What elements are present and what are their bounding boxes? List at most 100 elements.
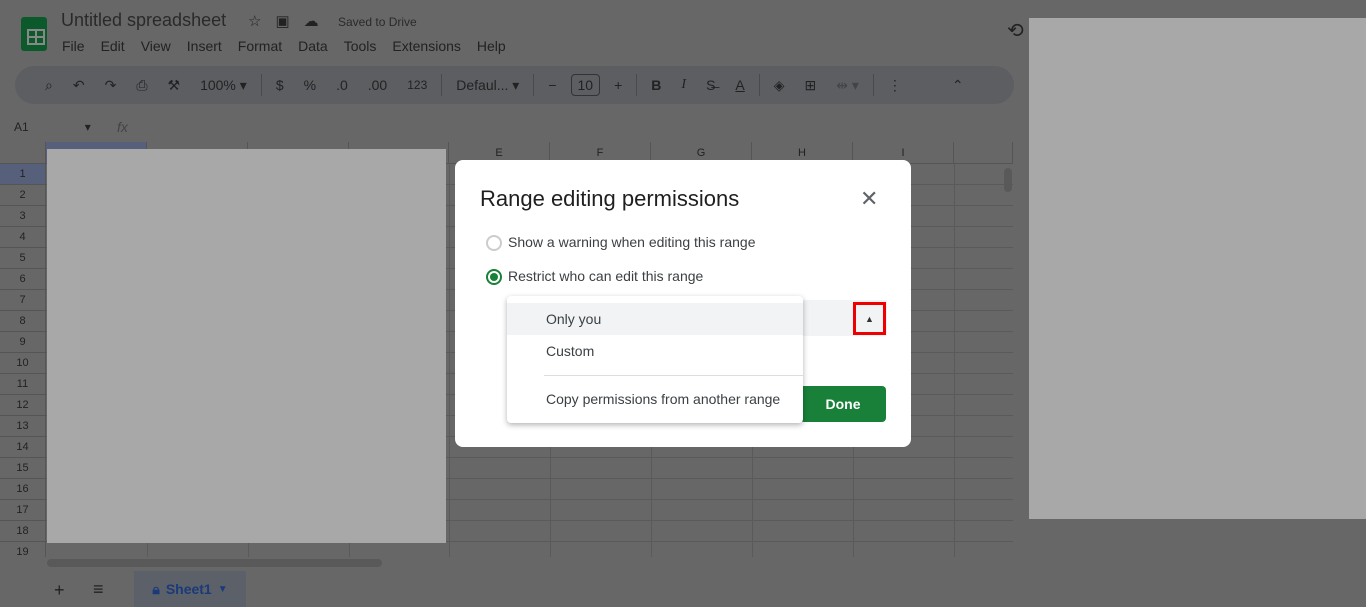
print-icon[interactable]: ⎙ [126, 77, 157, 94]
row-header[interactable]: 3 [0, 206, 46, 227]
name-box[interactable]: A1 ▾ [14, 120, 91, 134]
dropdown-arrow-button[interactable]: ▲ [853, 302, 886, 335]
add-sheet-icon[interactable]: + [54, 580, 65, 601]
dropdown-item-only-you[interactable]: Only you [507, 303, 803, 335]
sheets-logo[interactable] [21, 17, 47, 51]
star-icon[interactable]: ☆ [248, 12, 261, 30]
row-header[interactable]: 2 [0, 185, 46, 206]
paint-format-icon[interactable]: ⚒ [158, 77, 191, 94]
caret-up-icon: ▲ [865, 313, 874, 324]
row-header[interactable]: 4 [0, 227, 46, 248]
menu-edit[interactable]: Edit [101, 38, 125, 54]
search-icon[interactable]: ⌕ [35, 77, 63, 94]
font-value: Defaul... [456, 76, 509, 93]
row-header[interactable]: 16 [0, 479, 46, 500]
row-header[interactable]: 1 [0, 164, 46, 185]
overlay-panel [47, 149, 446, 543]
row-header[interactable]: 19 [0, 542, 46, 557]
horizontal-scrollbar[interactable] [47, 559, 382, 567]
font-size-decrease-icon[interactable]: − [538, 77, 566, 93]
undo-icon[interactable]: ↶ [63, 77, 95, 94]
zoom-value: 100% [200, 76, 236, 93]
percent-button[interactable]: % [294, 77, 326, 93]
divider [544, 375, 803, 376]
currency-button[interactable]: $ [266, 77, 294, 93]
menu-tools[interactable]: Tools [344, 38, 377, 54]
option-restrict[interactable]: Restrict who can edit this range [486, 268, 704, 286]
permission-dropdown-menu: Only you Custom Copy permissions from an… [507, 296, 803, 423]
decrease-decimal-button[interactable]: .0 [326, 77, 358, 93]
saved-status: Saved to Drive [338, 15, 417, 29]
row-header[interactable]: 5 [0, 248, 46, 269]
divider [636, 74, 638, 96]
divider [441, 74, 443, 96]
row-header[interactable]: 15 [0, 458, 46, 479]
font-size-increase-icon[interactable]: + [604, 77, 632, 93]
option-label: Show a warning when editing this range [508, 234, 756, 250]
bold-button[interactable]: B [641, 77, 671, 93]
menu-insert[interactable]: Insert [187, 38, 222, 54]
row-header[interactable]: 7 [0, 290, 46, 311]
row-header[interactable]: 18 [0, 521, 46, 542]
menu-format[interactable]: Format [238, 38, 282, 54]
option-show-warning[interactable]: Show a warning when editing this range [486, 234, 756, 252]
cloud-saved-icon: ☁ [303, 13, 319, 30]
sheet-name: Sheet1 [165, 581, 212, 597]
all-sheets-icon[interactable]: ≡ [93, 579, 104, 600]
move-folder-icon[interactable]: ▣ [275, 12, 289, 30]
done-button[interactable]: Done [800, 386, 886, 422]
chevron-down-icon: ▼ [217, 583, 228, 595]
number-format-button[interactable]: 123 [397, 78, 437, 92]
row-header[interactable]: 6 [0, 269, 46, 290]
borders-icon[interactable]: ⊞ [795, 77, 827, 94]
toolbar: ⌕ ↶ ↷ ⎙ ⚒ 100% ▾ $ % .0 .00 123 Defaul..… [15, 66, 1014, 104]
sheet-tab-sheet1[interactable]: 🔒︎ Sheet1 ▼ [134, 571, 246, 607]
divider [758, 74, 760, 96]
redo-icon[interactable]: ↷ [95, 77, 127, 94]
row-header[interactable]: 10 [0, 353, 46, 374]
vertical-scrollbar[interactable] [1004, 168, 1012, 192]
font-size-input[interactable]: 10 [570, 74, 601, 96]
zoom-select[interactable]: 100% ▾ [190, 77, 257, 94]
version-history-icon[interactable]: ⟲ [1007, 18, 1024, 43]
row-header[interactable]: 14 [0, 437, 46, 458]
row-header[interactable]: 17 [0, 500, 46, 521]
fx-label: fx [117, 119, 128, 135]
divider [260, 74, 262, 96]
font-select[interactable]: Defaul... ▾ [446, 77, 529, 94]
more-icon[interactable]: ⋮ [878, 77, 912, 94]
dropdown-item-copy-permissions[interactable]: Copy permissions from another range [507, 383, 803, 415]
dialog-title: Range editing permissions [480, 186, 740, 211]
strikethrough-icon[interactable]: S̶ [696, 77, 725, 93]
cell-ref: A1 [14, 120, 29, 134]
option-label: Restrict who can edit this range [508, 268, 704, 284]
corner-cell[interactable] [0, 142, 46, 164]
row-header[interactable]: 9 [0, 332, 46, 353]
menu-extensions[interactable]: Extensions [392, 38, 460, 54]
fill-color-icon[interactable]: ◈ [764, 77, 795, 94]
radio-button[interactable] [486, 269, 502, 286]
close-icon[interactable]: ✕ [860, 186, 878, 212]
divider [533, 74, 535, 96]
menu-view[interactable]: View [141, 38, 171, 54]
row-header[interactable]: 13 [0, 416, 46, 437]
text-color-icon[interactable]: A [725, 77, 754, 93]
menu-help[interactable]: Help [477, 38, 506, 54]
menu-data[interactable]: Data [298, 38, 328, 54]
row-header[interactable]: 12 [0, 395, 46, 416]
row-header[interactable]: 8 [0, 311, 46, 332]
merge-cells-icon[interactable]: ⇹ ▾ [826, 77, 869, 94]
collapse-toolbar-icon[interactable]: ⌃ [942, 77, 974, 94]
dropdown-item-custom[interactable]: Custom [507, 335, 803, 367]
row-header[interactable]: 11 [0, 374, 46, 395]
column-header[interactable] [954, 142, 1013, 164]
side-panel [1029, 18, 1366, 519]
menu-file[interactable]: File [62, 38, 85, 54]
document-title[interactable]: Untitled spreadsheet [61, 10, 226, 31]
menu-bar: File Edit View Insert Format Data Tools … [62, 38, 522, 54]
radio-button[interactable] [486, 235, 502, 252]
lock-icon: 🔒︎ [152, 580, 160, 597]
italic-button[interactable]: I [671, 77, 696, 93]
increase-decimal-button[interactable]: .00 [358, 77, 397, 93]
chevron-down-icon: ▾ [84, 120, 91, 134]
